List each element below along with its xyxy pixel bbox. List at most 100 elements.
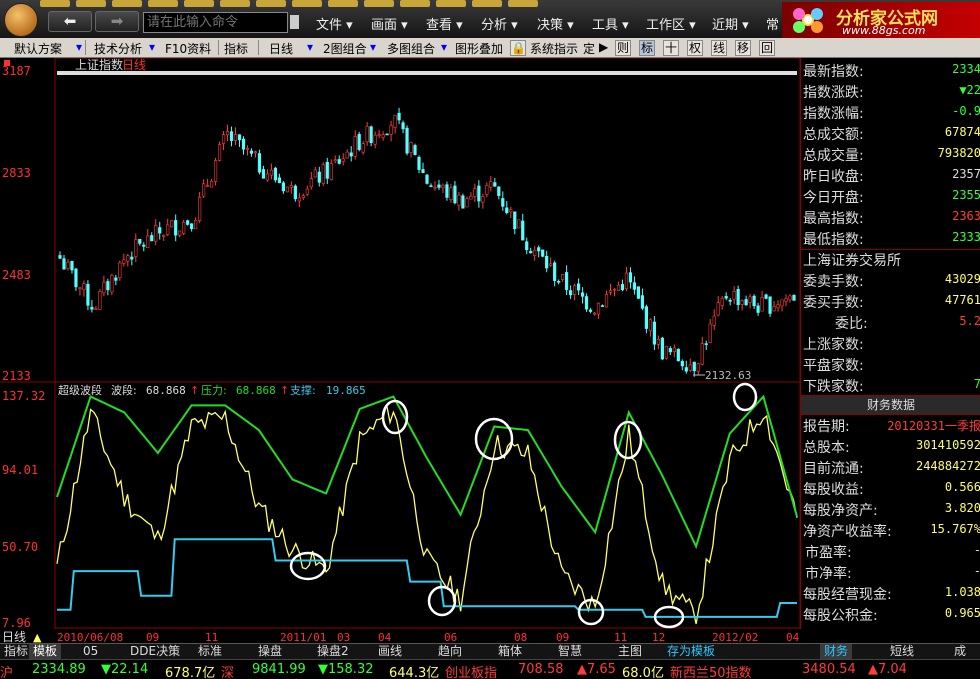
menu-view[interactable]: 查看 ▾ (426, 14, 463, 33)
forward-button[interactable]: ➡ (95, 11, 139, 32)
tab-finance[interactable]: 财务 (820, 644, 853, 660)
line-toggle[interactable]: 线 (711, 40, 727, 56)
quick-button[interactable] (40, 0, 70, 7)
kline-chart[interactable]: 上证指数 日线 3187 2833 2483 2133 2132.63 超级波段… (0, 58, 800, 629)
menu-recent[interactable]: 近期 ▾ (712, 14, 749, 33)
tab-trade2[interactable]: 操盘2 (313, 644, 353, 660)
candle-body (712, 315, 716, 326)
scheme-button[interactable]: 默认方案 (14, 40, 62, 57)
candle-body (102, 281, 106, 294)
candle-body (636, 286, 641, 299)
settle-button[interactable]: 定 (583, 40, 595, 57)
menu-label: 近期 (712, 18, 739, 33)
quote-row: 委买手数: 47761 (803, 291, 980, 312)
candle-body (385, 133, 389, 136)
quick-button[interactable] (112, 0, 142, 7)
chart-area[interactable]: 上证指数 日线 3187 2833 2483 2133 2132.63 超级波段… (0, 58, 800, 629)
menu-tools[interactable]: 工具 ▾ (592, 14, 629, 33)
play-icon[interactable]: ▶ (599, 40, 608, 54)
menu-file[interactable]: 文件 ▾ (316, 14, 353, 33)
back-button[interactable]: ⬅ (48, 11, 92, 32)
candle-body (449, 187, 453, 201)
command-dropdown-icon[interactable] (290, 15, 299, 29)
quick-button[interactable] (148, 0, 178, 7)
quick-button[interactable] (472, 0, 502, 7)
quick-button[interactable] (364, 0, 394, 7)
tab-components[interactable]: 成分 (950, 644, 980, 673)
candle-body (401, 122, 405, 130)
tab-main[interactable]: 主图 (614, 644, 646, 660)
menu-analysis[interactable]: 分析 ▾ (481, 14, 518, 33)
date-label: 11 (614, 631, 627, 643)
quick-button[interactable] (328, 0, 358, 7)
tab-wisdom[interactable]: 智慧 (554, 644, 586, 660)
candle-body (692, 361, 696, 372)
candle-body (357, 133, 361, 150)
quick-button[interactable] (508, 0, 538, 7)
candle-body (154, 225, 158, 242)
indicator-button[interactable]: 指标 (224, 40, 248, 57)
scheme-dropdown-icon[interactable]: ▾ (76, 40, 82, 54)
candle-body (162, 235, 166, 237)
menu-decision[interactable]: 决策 ▾ (537, 14, 574, 33)
quote-row: 昨日收盘: 2357 (803, 165, 980, 186)
tab-standard[interactable]: 标准 (194, 644, 226, 660)
quote-value: 2357 (952, 167, 980, 181)
candle-body (780, 299, 784, 307)
tab-05[interactable]: 05 (79, 644, 102, 660)
tab-trade[interactable]: 操盘 (254, 644, 286, 660)
quote-label: 总成交额: (803, 127, 864, 143)
quick-button[interactable] (292, 0, 322, 7)
overlay-button[interactable]: 图形叠加 (455, 40, 503, 57)
menu-workspace[interactable]: 工作区 ▾ (646, 14, 696, 33)
move-toggle[interactable]: 移 (735, 40, 751, 56)
tab-drawline[interactable]: 画线 (374, 644, 406, 660)
candle-body (253, 151, 258, 154)
two-chart-combo-button[interactable]: 2图组合 (323, 40, 367, 57)
rule-toggle[interactable]: 则 (615, 40, 631, 56)
tab-indicator[interactable]: 指标 (0, 644, 32, 660)
quick-button[interactable] (256, 0, 286, 7)
rights-toggle[interactable]: 权 (687, 40, 703, 56)
window-toggle[interactable]: 回 (759, 40, 775, 56)
tab-save-template[interactable]: 存为模板 (663, 644, 719, 660)
menu-common[interactable]: 常 (766, 14, 779, 33)
period-dropdown-icon[interactable]: ▾ (307, 40, 313, 54)
lock-icon[interactable]: 🔒 (510, 40, 526, 56)
app-logo-icon[interactable] (4, 3, 38, 37)
quote-value: 47761 (944, 293, 980, 307)
multi-chart-combo-button[interactable]: 多图组合 (387, 40, 435, 57)
quick-button[interactable] (184, 0, 214, 7)
finance-row: 每股经营现金: 1.038 (803, 583, 980, 604)
quick-button[interactable] (76, 0, 106, 7)
quote-label: 下跌家数: (803, 379, 864, 395)
tech-dropdown-icon[interactable]: ▾ (149, 40, 155, 54)
candle-body (505, 207, 509, 213)
menu-screen[interactable]: 画面 ▾ (371, 14, 408, 33)
tab-shortline[interactable]: 短线 (886, 644, 918, 660)
quick-button[interactable] (220, 0, 250, 7)
candle-body (501, 198, 505, 207)
candle-body (134, 239, 138, 258)
tab-dde[interactable]: DDE决策 (126, 644, 184, 660)
crosshair-toggle[interactable]: 十 (663, 40, 679, 56)
tab-box[interactable]: 箱体 (494, 644, 526, 660)
candle-body (525, 241, 529, 251)
system-indicator-button[interactable]: 系统指示 (530, 40, 578, 57)
wave-value: 68.868 (146, 384, 186, 397)
quick-button[interactable] (436, 0, 466, 7)
up-triangle-icon: ▲ (33, 631, 42, 643)
quick-button[interactable] (400, 0, 430, 7)
tech-analysis-button[interactable]: 技术分析 (94, 40, 142, 57)
multi-dropdown-icon[interactable]: ▾ (441, 40, 447, 54)
chart-title: 上证指数 (75, 58, 123, 72)
command-input[interactable] (143, 12, 288, 33)
f10-button[interactable]: F10资料 (165, 40, 211, 57)
combo-dropdown-icon[interactable]: ▾ (370, 40, 376, 54)
mark-toggle[interactable]: 标 (639, 40, 655, 56)
low-annotation-label: 2132.63 (705, 369, 751, 382)
arrow-right-icon: ➡ (110, 12, 124, 30)
tab-template[interactable]: 模板 (29, 644, 62, 660)
tab-trend[interactable]: 趋向 (434, 644, 466, 660)
period-button[interactable]: 日线 (269, 40, 293, 57)
